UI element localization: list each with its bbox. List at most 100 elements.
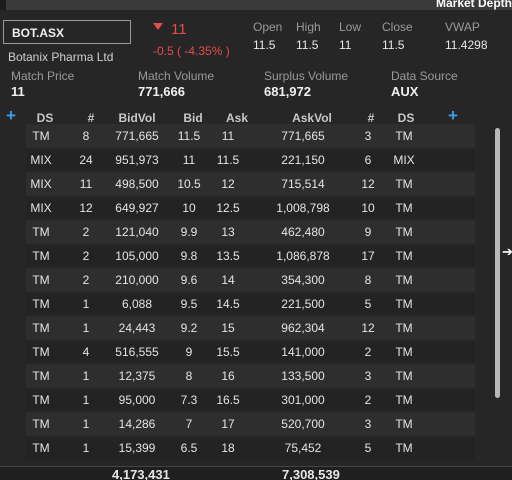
table-row[interactable]: TM 1 6,088 9.5 14.5 221,500 5 TM [0, 292, 490, 316]
table-row[interactable]: MIX 24 951,973 11 11.5 221,150 6 MIX [0, 148, 490, 172]
bid-ds-cell: MIX [30, 201, 52, 215]
security-code-input[interactable]: BOT.ASX [3, 20, 131, 44]
data-source-label: Data Source [391, 69, 458, 83]
bid-price-cell: 10.5 [177, 177, 201, 191]
ask-vol-cell: 1,086,878 [276, 249, 330, 263]
table-row[interactable]: TM 1 95,000 7.3 16.5 301,000 2 TM [0, 388, 490, 412]
table-row[interactable]: MIX 12 649,927 10 12.5 1,008,798 10 TM [0, 196, 490, 220]
ask-ds-cell: TM [395, 297, 413, 311]
data-source-value: AUX [391, 84, 419, 99]
ask-count-cell: 3 [364, 369, 372, 383]
bid-count-cell: 1 [82, 297, 90, 311]
bid-price-cell: 8 [185, 369, 193, 383]
bid-count-cell: 1 [82, 369, 90, 383]
totals-footer [0, 466, 512, 480]
bid-vol-cell: 649,927 [115, 201, 159, 215]
ask-count-cell: 5 [364, 297, 372, 311]
header-bid[interactable]: Bid [174, 111, 212, 125]
ask-price-cell: 18 [221, 441, 235, 455]
table-row[interactable]: TM 2 210,000 9.6 14 354,300 8 TM [0, 268, 490, 292]
header-bid-ds[interactable]: DS [26, 111, 64, 125]
triangle-down-icon [153, 23, 163, 30]
table-row[interactable]: TM 4 516,555 9 15.5 141,000 2 TM [0, 340, 490, 364]
bid-count-cell: 2 [82, 249, 90, 263]
ask-vol-cell: 520,700 [281, 417, 325, 431]
ask-count-cell: 6 [364, 153, 372, 167]
ask-price-cell: 11 [221, 129, 235, 143]
ask-vol-cell: 133,500 [281, 369, 325, 383]
bid-price-cell: 9.9 [180, 225, 198, 239]
match-price-value: 11 [11, 84, 25, 99]
ask-price-cell: 14.5 [216, 297, 240, 311]
bid-count-cell: 2 [82, 225, 90, 239]
ask-ds-cell: TM [395, 321, 413, 335]
bid-price-cell: 11 [182, 153, 196, 167]
ask-ds-cell: TM [395, 249, 413, 263]
bid-vol-cell: 15,399 [118, 441, 156, 455]
bid-ds-cell: TM [32, 249, 50, 263]
ask-vol-cell: 1,008,798 [276, 201, 330, 215]
ask-price-cell: 16.5 [216, 393, 240, 407]
bid-ds-cell: TM [32, 417, 50, 431]
table-row[interactable]: TM 2 105,000 9.8 13.5 1,086,878 17 TM [0, 244, 490, 268]
scrollbar-thumb[interactable] [495, 128, 500, 398]
bid-vol-cell: 12,375 [118, 369, 156, 383]
add-ask-column-plus-icon[interactable]: + [448, 107, 458, 124]
table-row[interactable]: TM 1 15,399 6.5 18 75,452 5 TM [0, 436, 490, 460]
bid-vol-cell: 24,443 [118, 321, 156, 335]
bid-count-cell: 12 [79, 201, 93, 215]
bid-count-cell: 24 [79, 153, 93, 167]
table-row[interactable]: TM 8 771,665 11.5 11 771,665 3 TM [0, 124, 490, 148]
bid-price-cell: 9.5 [180, 297, 198, 311]
ask-price-cell: 13 [221, 225, 235, 239]
match-price-label: Match Price [11, 69, 75, 83]
table-row[interactable]: TM 1 24,443 9.2 15 962,304 12 TM [0, 316, 490, 340]
ask-count-cell: 12 [361, 321, 375, 335]
bid-ds-cell: TM [32, 393, 50, 407]
total-bid-volume: 4,173,431 [112, 467, 170, 480]
bid-ds-cell: TM [32, 369, 50, 383]
price-change: -0.5 ( -4.35% ) [153, 44, 230, 58]
bid-ds-cell: TM [32, 129, 50, 143]
arrow-right-icon[interactable]: ➔ [502, 244, 512, 260]
header-bid-count[interactable]: # [76, 111, 106, 125]
low-value: 11 [339, 38, 352, 52]
add-bid-column-plus-icon[interactable]: + [6, 107, 16, 124]
ask-ds-cell: TM [395, 393, 413, 407]
footer-divider [0, 466, 512, 467]
header-ask-vol[interactable]: AskVol [274, 111, 350, 125]
table-row[interactable]: TM 2 121,040 9.9 13 462,480 9 TM [0, 220, 490, 244]
match-volume-value: 771,666 [138, 84, 185, 99]
ask-vol-cell: 221,500 [281, 297, 325, 311]
bid-count-cell: 11 [79, 177, 93, 191]
bid-count-cell: 4 [82, 345, 90, 359]
bid-count-cell: 8 [82, 129, 90, 143]
bid-ds-cell: TM [32, 441, 50, 455]
header-ask-ds[interactable]: DS [386, 111, 426, 125]
bid-ds-cell: MIX [30, 177, 52, 191]
header-ask[interactable]: Ask [218, 111, 256, 125]
ask-count-cell: 2 [364, 393, 372, 407]
ask-count-cell: 3 [364, 129, 372, 143]
bid-vol-cell: 14,286 [118, 417, 156, 431]
header-bid-vol[interactable]: BidVol [106, 111, 168, 125]
total-ask-volume: 7,308,539 [282, 467, 340, 480]
bid-price-cell: 6.5 [180, 441, 198, 455]
security-name: Botanix Pharma Ltd [8, 50, 114, 64]
low-label: Low [339, 20, 362, 34]
bid-ds-cell: TM [32, 273, 50, 287]
bid-count-cell: 1 [82, 321, 90, 335]
vwap-label: VWAP [445, 20, 480, 34]
ask-vol-cell: 962,304 [281, 321, 325, 335]
bid-vol-cell: 210,000 [115, 273, 159, 287]
ask-price-cell: 13.5 [216, 249, 240, 263]
table-row[interactable]: MIX 11 498,500 10.5 12 715,514 12 TM [0, 172, 490, 196]
bid-ds-cell: TM [32, 225, 50, 239]
header-ask-count[interactable]: # [356, 111, 386, 125]
ask-vol-cell: 462,480 [281, 225, 325, 239]
last-price: 11 [171, 21, 187, 38]
ask-price-cell: 12 [221, 177, 235, 191]
bid-vol-cell: 6,088 [121, 297, 153, 311]
table-row[interactable]: TM 1 14,286 7 17 520,700 3 TM [0, 412, 490, 436]
table-row[interactable]: TM 1 12,375 8 16 133,500 3 TM [0, 364, 490, 388]
